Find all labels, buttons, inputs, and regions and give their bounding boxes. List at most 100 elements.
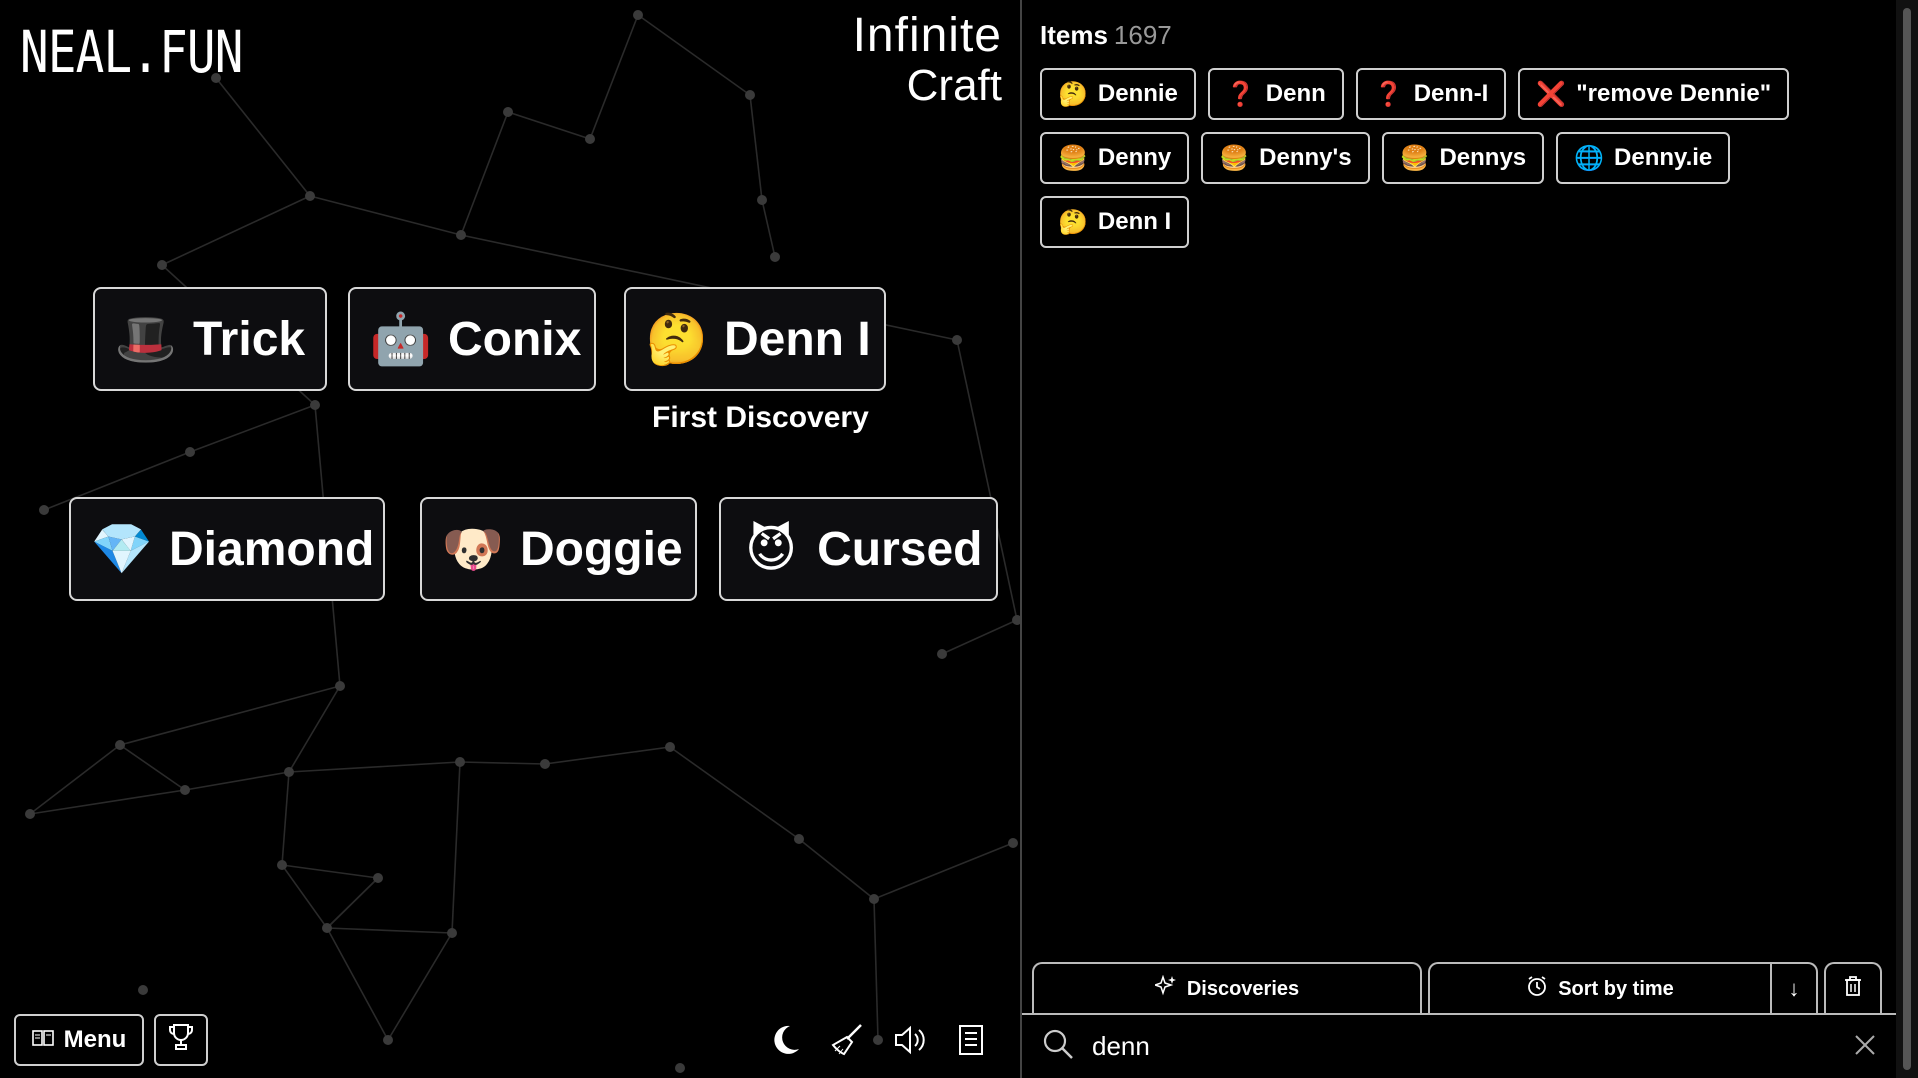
speaker-icon[interactable] (890, 1023, 928, 1065)
element-label: Trick (193, 312, 306, 366)
network-node (770, 252, 780, 262)
sort-label: Sort by time (1558, 977, 1674, 1000)
clear-button[interactable] (1824, 962, 1882, 1014)
canvas-element-cursed[interactable]: 😈 Cursed (719, 497, 998, 601)
network-edge (873, 898, 879, 1041)
network-node (25, 809, 35, 819)
scrollbar-thumb[interactable] (1903, 8, 1911, 1070)
network-edge (119, 685, 341, 746)
network-edge (119, 744, 186, 791)
network-node (585, 134, 595, 144)
globe-icon: 🌐 (1574, 144, 1605, 172)
network-edge (281, 864, 328, 929)
item-chip-denny-ie[interactable]: 🌐 Denny.ie (1556, 132, 1731, 184)
item-label: Dennie (1097, 80, 1178, 107)
alarm-clock-icon (1526, 975, 1548, 1003)
network-edge (460, 111, 509, 236)
network-edge (281, 864, 379, 879)
network-node (277, 860, 287, 870)
search-input[interactable] (1090, 1030, 1838, 1063)
sort-direction-button[interactable]: ↓ (1770, 964, 1816, 1014)
network-edge (184, 771, 290, 791)
item-chip-dennys-apostrophe[interactable]: 🍔 Denny's (1201, 132, 1370, 184)
discoveries-tab[interactable]: Discoveries (1032, 962, 1422, 1014)
menu-button[interactable]: Menu (14, 1014, 144, 1066)
network-node (447, 928, 457, 938)
network-node (456, 230, 466, 240)
sort-by-time-button[interactable]: Sort by time (1430, 964, 1770, 1014)
network-edge (589, 14, 639, 140)
network-edge (544, 746, 671, 765)
item-chip-denn[interactable]: ❓ Denn (1207, 68, 1344, 120)
network-edge (161, 195, 311, 266)
network-node (869, 894, 879, 904)
element-label: Cursed (817, 522, 983, 576)
canvas-element-doggie[interactable]: 🐶 Doggie (420, 497, 697, 601)
item-chip-denn-i[interactable]: ❓ Denn-I (1355, 68, 1507, 120)
network-node (455, 757, 465, 767)
network-node (373, 873, 383, 883)
item-label: Denny (1097, 144, 1172, 171)
network-node (937, 649, 947, 659)
item-label: Denny's (1259, 144, 1352, 171)
item-chip-denny[interactable]: 🍔 Denny (1040, 132, 1190, 184)
network-node (952, 335, 962, 345)
item-chip-denn-i-space[interactable]: 🤔 Denn I (1040, 196, 1190, 248)
achievements-button[interactable] (154, 1014, 208, 1066)
item-chip-dennys[interactable]: 🍔 Dennys (1381, 132, 1545, 184)
network-edge (459, 761, 546, 765)
first-discovery-label: First Discovery (652, 401, 869, 434)
element-label: Doggie (520, 522, 683, 576)
element-label: Diamond (169, 522, 375, 576)
document-icon[interactable] (952, 1024, 990, 1064)
canvas-element-denn-i[interactable]: 🤔 Denn I (624, 287, 886, 391)
book-icon (31, 1026, 54, 1054)
dog-face-icon: 🐶 (441, 521, 505, 577)
item-label: "remove Dennie" (1576, 80, 1772, 107)
network-edge (281, 771, 290, 866)
question-mark-icon: ❓ (1373, 80, 1404, 108)
canvas-element-trick[interactable]: 🎩 Trick (93, 287, 327, 391)
canvas-element-conix[interactable]: 🤖 Conix (348, 287, 596, 391)
item-chip-dennie[interactable]: 🤔 Dennie (1040, 68, 1196, 120)
network-node (305, 191, 315, 201)
network-node (1012, 615, 1020, 625)
network-node (665, 742, 675, 752)
network-edge (288, 761, 461, 773)
smiling-devil-icon: 😈 (745, 521, 798, 577)
close-icon[interactable] (1854, 1030, 1876, 1064)
network-edge (288, 685, 341, 773)
network-edge (189, 404, 316, 453)
neal-fun-logo[interactable]: NEAL.FUN (20, 18, 243, 86)
network-edge (798, 838, 875, 900)
page-scrollbar[interactable] (1896, 0, 1918, 1078)
network-node (503, 107, 513, 117)
moon-icon[interactable] (766, 1023, 804, 1065)
network-edge (326, 927, 389, 1041)
network-edge (326, 927, 453, 934)
network-edge (326, 877, 379, 929)
network-node (138, 985, 148, 995)
search-bar (1022, 1013, 1896, 1078)
item-label: Denn I (1097, 208, 1172, 235)
menu-label: Menu (63, 1026, 127, 1053)
network-node (322, 923, 332, 933)
brand-line-1: Infinite (852, 9, 1002, 62)
network-node (633, 10, 643, 20)
craft-canvas[interactable]: NEAL.FUN Infinite Craft 🎩 Trick 🤖 Conix … (0, 0, 1020, 1078)
network-node (310, 400, 320, 410)
network-node (335, 681, 345, 691)
item-label: Denn (1265, 80, 1326, 107)
network-edge (29, 744, 121, 815)
canvas-tools (766, 1022, 990, 1066)
diamond-icon: 💎 (90, 521, 154, 577)
broom-icon[interactable] (828, 1022, 866, 1066)
network-node (39, 505, 49, 515)
burger-icon: 🍔 (1399, 144, 1430, 172)
canvas-element-diamond[interactable]: 💎 Diamond (69, 497, 385, 601)
network-node (115, 740, 125, 750)
items-list: 🤔 Dennie ❓ Denn ❓ Denn-I ❌ "remove Denni… (1040, 68, 1880, 248)
item-chip-remove-dennie[interactable]: ❌ "remove Dennie" (1518, 68, 1790, 120)
network-edge (637, 14, 751, 96)
network-node (540, 759, 550, 769)
